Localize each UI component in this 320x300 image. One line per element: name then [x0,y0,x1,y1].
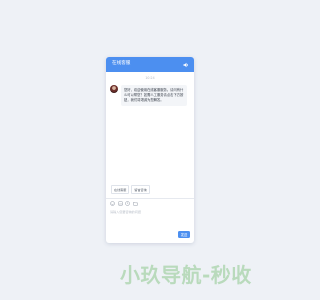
divider [106,198,194,199]
chat-window: 在线客服 10:24 您好，欢迎使用在线客服服务。请问有什么可以帮您？如需人工服… [106,57,194,243]
agent-message-bubble: 您好，欢迎使用在线客服服务。请问有什么可以帮您？如需人工服务请点击下方按钮，我们… [121,85,187,107]
message-input[interactable]: 请输入您要咨询的问题 [110,209,190,225]
image-icon[interactable] [117,201,123,206]
watermark-text: 小玖导航-秒收 [120,263,252,287]
folder-icon[interactable] [132,201,138,206]
quick-reply-leave-message[interactable]: 留言咨询 [131,185,150,195]
send-button[interactable]: 发送 [178,231,190,238]
agent-message-row: 您好，欢迎使用在线客服服务。请问有什么可以帮您？如需人工服务请点击下方按钮，我们… [110,85,187,107]
chat-body: 10:24 您好，欢迎使用在线客服服务。请问有什么可以帮您？如需人工服务请点击下… [106,72,194,178]
chat-title: 在线客服 [112,61,131,67]
clock-icon[interactable] [125,201,130,206]
input-toolbar [110,201,138,206]
emoji-icon[interactable] [110,201,115,206]
quick-reply-online-service[interactable]: 在线客服 [111,185,130,195]
quick-replies: 在线客服 留言咨询 [111,185,150,195]
page: 在线客服 10:24 您好，欢迎使用在线客服服务。请问有什么可以帮您？如需人工服… [0,0,300,300]
chat-header: 在线客服 [106,57,194,72]
message-timestamp: 10:24 [145,76,155,80]
agent-avatar [110,85,118,93]
speaker-icon[interactable] [183,62,189,68]
